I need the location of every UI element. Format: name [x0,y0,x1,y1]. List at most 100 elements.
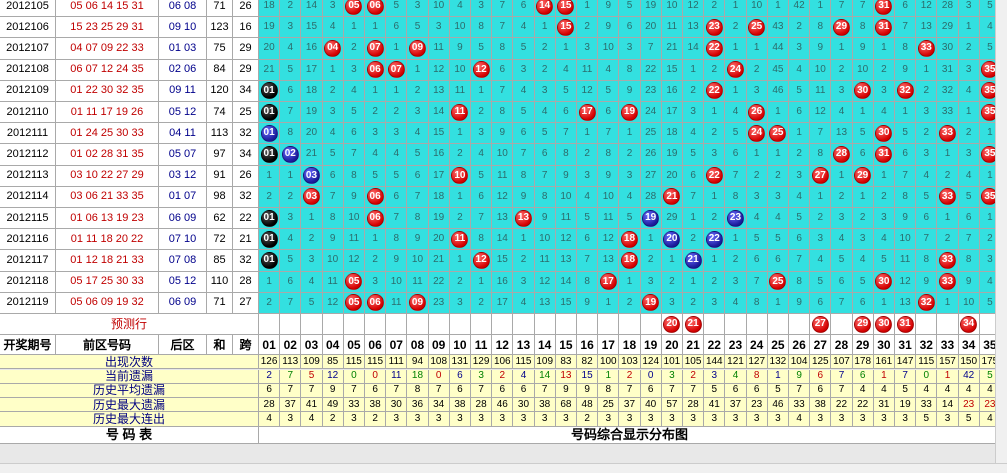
trend-cell: 13 [428,80,450,102]
prediction-cell[interactable] [492,314,514,336]
trend-cell: 2 [831,59,853,81]
prediction-cell[interactable] [789,314,811,336]
trend-cell: 3 [789,165,811,187]
drawn-number-ball: 31 [875,18,893,36]
vertical-scrollbar[interactable] [995,0,1007,473]
header-col-05: 05 [343,335,365,356]
trend-cell: 10 [449,17,471,39]
trend-cell: 15 [555,17,577,39]
trend-cell: 15 [301,17,323,39]
trend-cell: 31 [873,144,895,166]
prediction-cell[interactable] [513,314,535,336]
front-zone-numbers: 03 06 21 33 35 [56,186,159,208]
stat-value: 4 [937,383,959,399]
prediction-cell[interactable] [386,314,408,336]
stat-value: 28 [471,398,493,413]
prediction-cell[interactable] [640,314,662,336]
trend-cell: 12 [895,271,917,293]
trend-cell: 12 [683,0,705,18]
prediction-cell[interactable] [577,314,599,336]
stat-value: 4 [301,412,323,427]
trend-cell: 28 [640,186,662,208]
prediction-cell[interactable] [471,314,493,336]
prediction-cell[interactable] [598,314,620,336]
prediction-cell[interactable] [746,314,768,336]
stat-value: 42 [958,369,980,384]
prediction-cell[interactable] [937,314,959,336]
prediction-cell[interactable] [916,314,938,336]
trend-cell: 1 [661,250,683,272]
trend-cell: 1 [831,38,853,60]
prediction-cell[interactable] [725,314,747,336]
prediction-cell[interactable]: 31 [895,314,917,336]
prediction-cell[interactable] [534,314,556,336]
prediction-cell[interactable] [322,314,344,336]
prediction-cell[interactable] [259,314,281,336]
stat-value: 14 [937,398,959,413]
trend-cell: 19 [259,17,281,39]
prediction-cell[interactable] [280,314,302,336]
trend-cell: 2 [704,0,726,18]
stat-value: 124 [640,355,662,370]
stat-value: 23 [746,398,768,413]
stat-value: 4 [852,383,874,399]
prediction-cell[interactable]: 29 [852,314,874,336]
front-zone-numbers: 01 12 18 21 33 [56,250,159,272]
drawn-number-ball: 07 [366,39,384,57]
trend-cell: 5 [471,165,493,187]
prediction-cell[interactable] [831,314,853,336]
stat-value: 8 [407,383,429,399]
prediction-cell[interactable]: 34 [958,314,980,336]
prediction-cell[interactable] [365,314,387,336]
trend-cell: 1 [407,59,429,81]
trend-cell: 33 [916,38,938,60]
stat-value: 6 [449,369,471,384]
prediction-cell[interactable]: 27 [810,314,832,336]
trend-cell: 30 [873,123,895,145]
trend-cell: 1 [280,165,302,187]
stat-value: 3 [449,412,471,427]
trend-cell: 5 [619,208,641,230]
prediction-cell[interactable] [449,314,471,336]
trend-cell: 10 [407,250,429,272]
horizontal-scrollbar[interactable] [0,463,1007,473]
trend-cell: 4 [322,17,344,39]
stat-value: 0 [365,369,387,384]
prediction-cell[interactable] [767,314,789,336]
stat-value: 7 [661,383,683,399]
stat-value: 18 [407,369,429,384]
prediction-cell[interactable]: 20 [661,314,683,336]
trend-cell: 8 [958,250,980,272]
trend-cell: 2 [619,292,641,314]
trend-cell: 4 [958,80,980,102]
prediction-cell[interactable]: 21 [683,314,705,336]
trend-cell: 1 [831,165,853,187]
prediction-cell[interactable] [704,314,726,336]
trend-cell: 5 [598,80,620,102]
prediction-cell[interactable] [343,314,365,336]
trend-cell: 9 [322,229,344,251]
trend-cell: 4 [407,123,429,145]
prediction-cell[interactable]: 30 [873,314,895,336]
trend-cell: 24 [640,102,662,124]
prediction-cell[interactable] [407,314,429,336]
drawn-number-ball: 29 [854,315,872,333]
stat-value: 3 [280,412,302,427]
stat-value: 38 [449,398,471,413]
drawn-number-ball: 33 [917,39,935,57]
stat-value: 6 [810,383,832,399]
prediction-cell[interactable] [428,314,450,336]
sum-value: 85 [207,250,233,272]
trend-cell: 10 [852,59,874,81]
prediction-cell[interactable] [301,314,323,336]
header-col-32: 32 [916,335,938,356]
prediction-cell[interactable] [619,314,641,336]
drawn-number-ball: 04 [324,39,342,57]
stat-value: 3 [746,412,768,427]
trend-cell: 22 [704,38,726,60]
prediction-cell[interactable] [555,314,577,336]
drawn-number-ball: 27 [811,167,829,185]
drawn-number-ball: 19 [620,103,638,121]
header-col-25: 25 [767,335,789,356]
trend-cell: 3 [280,208,302,230]
